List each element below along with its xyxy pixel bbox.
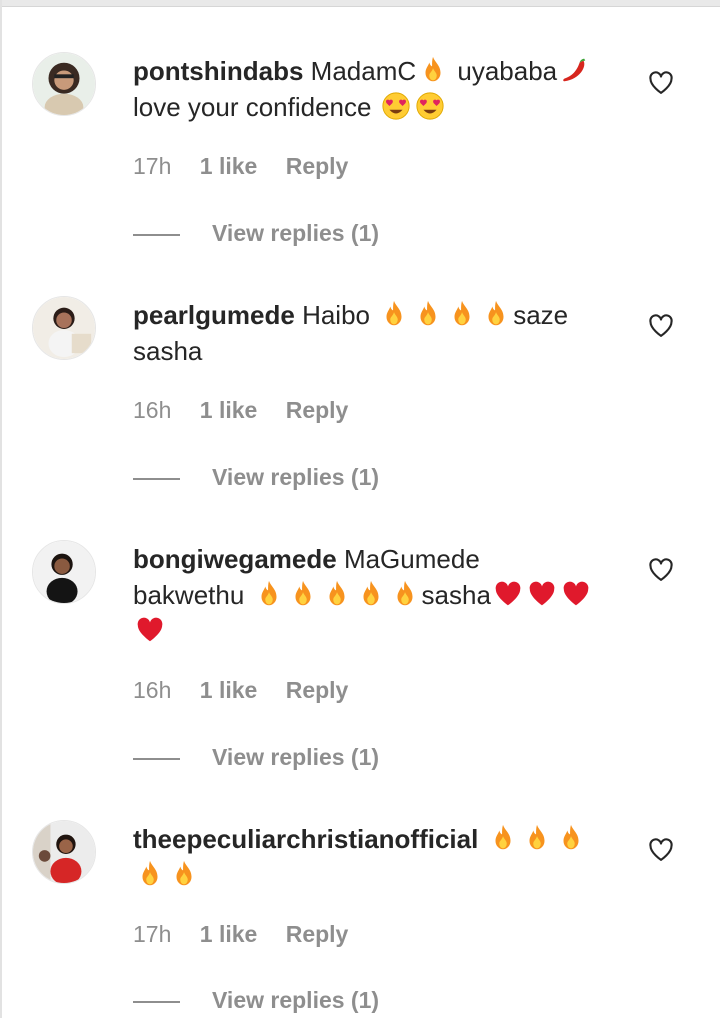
comment-text-segment: saze <box>513 300 569 330</box>
view-replies-label: View replies (1) <box>212 464 380 490</box>
view-replies-button[interactable]: View replies (1) <box>133 218 379 248</box>
comment-username[interactable]: pontshindabs <box>133 56 303 86</box>
view-replies-label: View replies (1) <box>212 744 380 770</box>
comment-meta: 16h 1 like Reply <box>133 395 370 425</box>
reply-button[interactable]: Reply <box>286 921 349 947</box>
comment-likes[interactable]: 1 like <box>200 921 258 947</box>
avatar[interactable] <box>32 52 96 116</box>
fire-emoji <box>522 823 552 853</box>
fire-emoji <box>169 859 199 889</box>
comment-text-segment: MadamC <box>310 56 417 86</box>
comment-text-segment: love your confidence <box>133 92 379 122</box>
comment-username[interactable]: bongiwegamede <box>133 544 337 574</box>
avatar[interactable] <box>32 296 96 360</box>
comment-username[interactable]: theepeculiarchristianofficial <box>133 824 478 854</box>
comment-meta: 17h 1 like Reply <box>133 919 370 949</box>
fire-emoji <box>556 823 586 853</box>
like-heart-icon[interactable] <box>647 556 675 584</box>
avatar[interactable] <box>32 540 96 604</box>
fire-emoji <box>356 579 386 609</box>
comment-time: 16h <box>133 397 172 423</box>
comment-text: pontshindabs MadamC uyababa love your co… <box>133 53 613 125</box>
red-heart-emoji <box>135 615 165 645</box>
fire-emoji <box>481 299 511 329</box>
view-replies-label: View replies (1) <box>212 987 380 1013</box>
fire-emoji <box>447 299 477 329</box>
comment-meta: 16h 1 like Reply <box>133 675 370 705</box>
comment-text: theepeculiarchristianofficial <box>133 821 613 893</box>
comment-text: pearlgumede Haibo saze sasha <box>133 297 613 369</box>
chili-pepper-emoji <box>559 55 589 85</box>
reply-button[interactable]: Reply <box>286 153 349 179</box>
heart-eyes-emoji <box>415 91 445 121</box>
replies-divider <box>133 477 180 480</box>
fire-emoji <box>254 579 284 609</box>
fire-emoji <box>418 55 448 85</box>
fire-emoji <box>288 579 318 609</box>
comment-text-segment: sasha <box>133 336 203 366</box>
fire-emoji <box>379 299 409 329</box>
reply-button[interactable]: Reply <box>286 397 349 423</box>
fire-emoji <box>413 299 443 329</box>
view-replies-button[interactable]: View replies (1) <box>133 985 379 1015</box>
red-heart-emoji <box>561 579 591 609</box>
comment-text: bongiwegamede MaGumede bakwethu sasha <box>133 541 613 649</box>
comment-text-segment: Haibo <box>302 300 378 330</box>
like-heart-icon[interactable] <box>647 69 675 97</box>
reply-button[interactable]: Reply <box>286 677 349 703</box>
top-divider <box>0 0 720 7</box>
heart-eyes-emoji <box>381 91 411 121</box>
comment-text-segment: MaGumede <box>343 544 480 574</box>
like-heart-icon[interactable] <box>647 836 675 864</box>
comment-time: 17h <box>133 921 172 947</box>
comment-text-segment: bakwethu <box>133 580 252 610</box>
comment-time: 16h <box>133 677 172 703</box>
avatar[interactable] <box>32 820 96 884</box>
comment-likes[interactable]: 1 like <box>200 677 258 703</box>
left-divider <box>0 0 2 1018</box>
fire-emoji <box>390 579 420 609</box>
replies-divider <box>133 757 180 760</box>
red-heart-emoji <box>527 579 557 609</box>
fire-emoji <box>488 823 518 853</box>
comment-likes[interactable]: 1 like <box>200 397 258 423</box>
comment-meta: 17h 1 like Reply <box>133 151 370 181</box>
comment-username[interactable]: pearlgumede <box>133 300 295 330</box>
fire-emoji <box>322 579 352 609</box>
red-heart-emoji <box>493 579 523 609</box>
fire-emoji <box>135 859 165 889</box>
view-replies-label: View replies (1) <box>212 220 380 246</box>
view-replies-button[interactable]: View replies (1) <box>133 462 379 492</box>
like-heart-icon[interactable] <box>647 312 675 340</box>
comment-time: 17h <box>133 153 172 179</box>
comment-text-segment: sasha <box>421 580 491 610</box>
comment-text-segment: uyababa <box>450 56 558 86</box>
replies-divider <box>133 233 180 236</box>
replies-divider <box>133 1000 180 1003</box>
comment-likes[interactable]: 1 like <box>200 153 258 179</box>
view-replies-button[interactable]: View replies (1) <box>133 742 379 772</box>
